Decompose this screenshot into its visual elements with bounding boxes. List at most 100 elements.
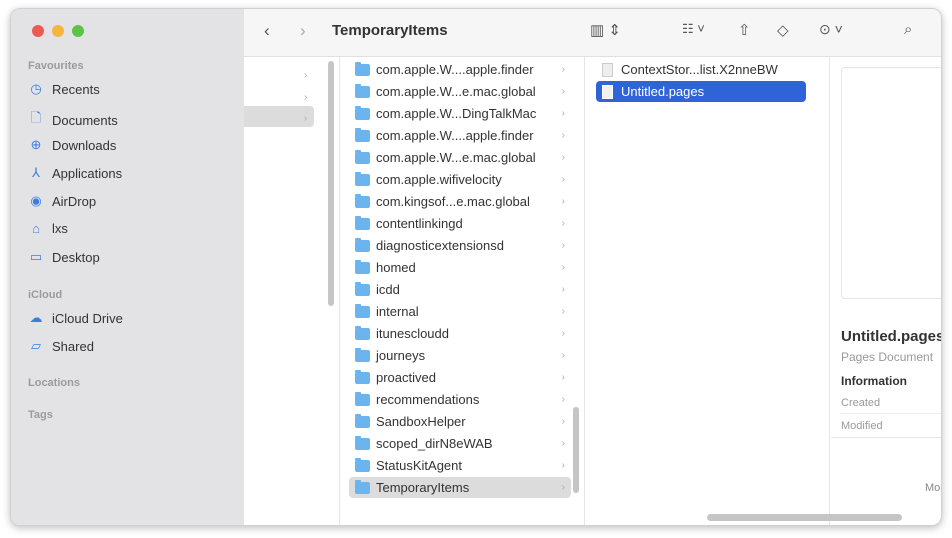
folder-icon: [355, 193, 370, 208]
folder-row[interactable]: journeys ›: [349, 345, 571, 366]
more-actions-icon[interactable]: ⊙ ˅: [819, 21, 843, 38]
group-icon[interactable]: ☷ ˅: [682, 21, 705, 37]
desktop-icon: ▭: [29, 249, 43, 264]
file-row[interactable]: ContextStor...list.X2nneBW: [596, 59, 806, 80]
sidebar-item-label: Recents: [52, 81, 100, 97]
cloud-icon: ☁: [29, 310, 43, 325]
applications-icon: ⅄: [32, 165, 40, 180]
folder-icon: [355, 105, 370, 120]
sidebar-item-downloads[interactable]: ⊕ Downloads: [28, 137, 117, 153]
close-button[interactable]: [32, 25, 44, 37]
folder-row[interactable]: scoped_dirN8eWAB ›: [349, 433, 571, 454]
preview-thumbnail: [841, 67, 941, 299]
tag-icon[interactable]: ◇: [777, 21, 789, 39]
folder-icon: [355, 83, 370, 98]
column-scrollbar[interactable]: [328, 61, 334, 306]
information-heading: Information: [841, 374, 907, 388]
folder-icon: [355, 325, 370, 340]
folder-name: com.apple.wifivelocity: [376, 172, 502, 187]
folder-row[interactable]: com.apple.W...e.mac.global ›: [349, 81, 571, 102]
folder-name: internal: [376, 304, 419, 319]
column-view-icon[interactable]: ▥ ⇕: [590, 21, 621, 39]
folder-row[interactable]: internal ›: [349, 301, 571, 322]
folder-name: contentlinkingd: [376, 216, 463, 231]
file-name: Untitled.pages: [621, 84, 705, 99]
folder-row[interactable]: com.apple.W....apple.finder ›: [349, 59, 571, 80]
search-icon[interactable]: ⌕: [904, 21, 912, 38]
minimize-button[interactable]: [52, 25, 64, 37]
chevron-right-icon: ›: [561, 130, 565, 141]
folder-icon: [355, 369, 370, 384]
share-icon[interactable]: ⇧: [738, 21, 751, 39]
sidebar-item-label: Documents: [52, 112, 118, 128]
sidebar-item-airdrop[interactable]: ◉ AirDrop: [28, 193, 96, 209]
more-button[interactable]: Mo: [925, 482, 940, 494]
sidebar-item-shared[interactable]: ▱ Shared: [28, 338, 94, 354]
file-name: ContextStor...list.X2nneBW: [621, 62, 778, 77]
sidebar-item-desktop[interactable]: ▭ Desktop: [28, 249, 100, 265]
folder-row[interactable]: SandboxHelper ›: [349, 411, 571, 432]
chevron-right-icon: ›: [561, 86, 565, 97]
folder-row[interactable]: contentlinkingd ›: [349, 213, 571, 234]
folder-row[interactable]: com.apple.W....apple.finder ›: [349, 125, 571, 146]
horizontal-scrollbar[interactable]: [707, 514, 902, 521]
folder-row[interactable]: diagnosticextensionsd ›: [349, 235, 571, 256]
folder-row[interactable]: recommendations ›: [349, 389, 571, 410]
folder-row[interactable]: itunescloudd ›: [349, 323, 571, 344]
folder-icon: [355, 457, 370, 472]
sidebar-item-label: lxs: [52, 221, 68, 236]
chevron-right-icon: ›: [561, 108, 565, 119]
folder-row[interactable]: icdd ›: [349, 279, 571, 300]
folder-icon: [355, 215, 370, 230]
chevron-right-icon: ›: [561, 394, 565, 405]
sidebar-item-label: Shared: [52, 338, 94, 354]
folder-name: diagnosticextensionsd: [376, 238, 504, 253]
airdrop-icon: ◉: [30, 193, 42, 208]
sidebar-item-label: Applications: [52, 165, 123, 181]
sidebar-item-icloud-drive[interactable]: ☁ iCloud Drive: [28, 310, 123, 326]
folder-icon: [355, 171, 370, 186]
chevron-right-icon: ›: [304, 92, 308, 103]
zoom-button[interactable]: [72, 25, 84, 37]
back-button[interactable]: ‹: [264, 21, 270, 41]
sidebar-item-home[interactable]: ⌂ lxs: [28, 221, 68, 236]
sidebar-item-label: Downloads: [52, 137, 117, 153]
folder-name: com.apple.W...DingTalkMac: [376, 106, 537, 121]
locations-heading[interactable]: Locations: [28, 377, 80, 389]
window-controls: [32, 25, 84, 37]
forward-button[interactable]: ›: [300, 21, 306, 41]
folder-name: com.apple.W....apple.finder: [376, 62, 534, 77]
folder-row[interactable]: com.apple.W...e.mac.global ›: [349, 147, 571, 168]
folder-icon: [355, 303, 370, 318]
folder-row[interactable]: com.apple.W...DingTalkMac ›: [349, 103, 571, 124]
tags-heading[interactable]: Tags: [28, 409, 53, 421]
folder-icon: [355, 127, 370, 142]
folder-row[interactable]: com.kingsof...e.mac.global ›: [349, 191, 571, 212]
sidebar-item-recents[interactable]: ◷ Recents: [28, 81, 100, 97]
folder-column-scrollbar[interactable]: [573, 407, 579, 493]
favourites-heading: Favourites: [28, 60, 84, 72]
folder-row[interactable]: StatusKitAgent ›: [349, 455, 571, 476]
sidebar-item-documents[interactable]: 🗋 Documents: [28, 109, 118, 131]
folder-name: com.apple.W....apple.finder: [376, 128, 534, 143]
chevron-right-icon: ›: [561, 284, 565, 295]
folder-icon: [355, 479, 370, 494]
folder-row[interactable]: TemporaryItems ›: [349, 477, 571, 498]
folder-row[interactable]: proactived ›: [349, 367, 571, 388]
folder-name: scoped_dirN8eWAB: [376, 436, 493, 451]
icloud-heading: iCloud: [28, 289, 63, 301]
folder-name: icdd: [376, 282, 400, 297]
folder-name: StatusKitAgent: [376, 458, 462, 473]
file-row[interactable]: Untitled.pages: [596, 81, 806, 102]
chevron-right-icon: ›: [561, 174, 565, 185]
folder-name: itunescloudd: [376, 326, 449, 341]
finder-window: Favourites ◷ Recents 🗋 Documents ⊕ Download…: [10, 8, 942, 526]
folder-row[interactable]: homed ›: [349, 257, 571, 278]
shared-folder-icon: ▱: [31, 338, 41, 353]
folder-name: com.kingsof...e.mac.global: [376, 194, 530, 209]
folder-row[interactable]: com.apple.wifivelocity ›: [349, 169, 571, 190]
sidebar-item-applications[interactable]: ⅄ Applications: [28, 165, 122, 181]
chevron-right-icon: ›: [561, 196, 565, 207]
document-icon: 🗋: [30, 110, 42, 125]
modified-label: Modified: [841, 420, 883, 432]
